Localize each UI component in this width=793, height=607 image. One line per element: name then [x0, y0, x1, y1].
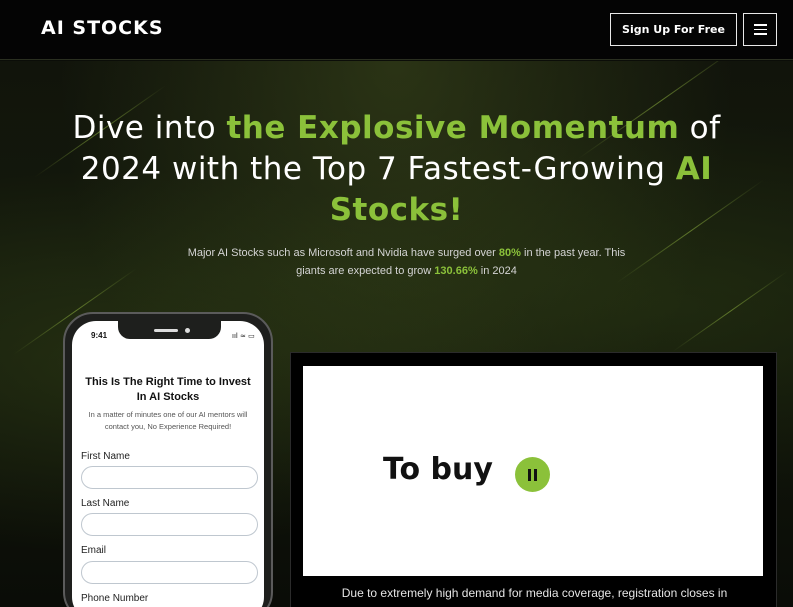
- menu-line: [753, 24, 767, 26]
- status-icons: ııl ≈ ▭: [232, 332, 255, 340]
- phone-screen: 9:41 ııl ≈ ▭ This Is The Right Time to I…: [72, 321, 264, 607]
- first-name-label: First Name: [81, 451, 130, 462]
- form-title: This Is The Right Time to Invest In AI S…: [85, 376, 251, 403]
- site-logo[interactable]: AI STOCKS: [41, 17, 164, 39]
- phone-number-label: Phone Number: [81, 593, 149, 604]
- hero-subtext: Major AI Stocks such as Microsoft and Nv…: [185, 244, 628, 280]
- form-description: In a matter of minutes one of our AI men…: [88, 410, 248, 431]
- status-time: 9:41: [91, 331, 108, 340]
- email-label: Email: [81, 545, 107, 556]
- headline-part: Dive into: [72, 110, 227, 146]
- video-player[interactable]: To buy: [303, 366, 763, 576]
- pause-bar: [534, 468, 537, 481]
- last-name-field[interactable]: [81, 513, 258, 536]
- first-name-field[interactable]: [81, 466, 258, 489]
- subtext-highlight: 130.66%: [434, 265, 478, 277]
- video-panel: To buy Due to extremely high demand for …: [290, 352, 777, 607]
- sign-up-button[interactable]: Sign Up For Free: [610, 13, 737, 46]
- subtext-part: Major AI Stocks such as Microsoft and Nv…: [187, 247, 499, 259]
- phone-mockup: 9:41 ııl ≈ ▭ This Is The Right Time to I…: [63, 312, 273, 607]
- pause-bar: [528, 468, 531, 481]
- menu-line: [753, 28, 767, 31]
- video-frame-text: To buy: [383, 452, 493, 487]
- phone-notch: [118, 321, 221, 339]
- hero-headline: Dive into the Explosive Momentum of 2024…: [40, 108, 753, 231]
- video-caption: Due to extremely high demand for media c…: [341, 586, 728, 600]
- headline-highlight: the Explosive Momentum: [226, 110, 680, 146]
- email-field[interactable]: [81, 561, 258, 584]
- menu-line: [753, 33, 767, 35]
- last-name-label: Last Name: [81, 498, 130, 509]
- subtext-highlight: 80%: [498, 247, 521, 259]
- subtext-part: in 2024: [477, 265, 517, 277]
- notch-camera: [185, 328, 190, 333]
- decor-streak: [672, 270, 788, 353]
- notch-speaker: [154, 329, 178, 332]
- hamburger-menu-icon[interactable]: [743, 13, 777, 46]
- pause-icon[interactable]: [515, 457, 550, 492]
- top-header: AI STOCKS Sign Up For Free: [0, 0, 793, 60]
